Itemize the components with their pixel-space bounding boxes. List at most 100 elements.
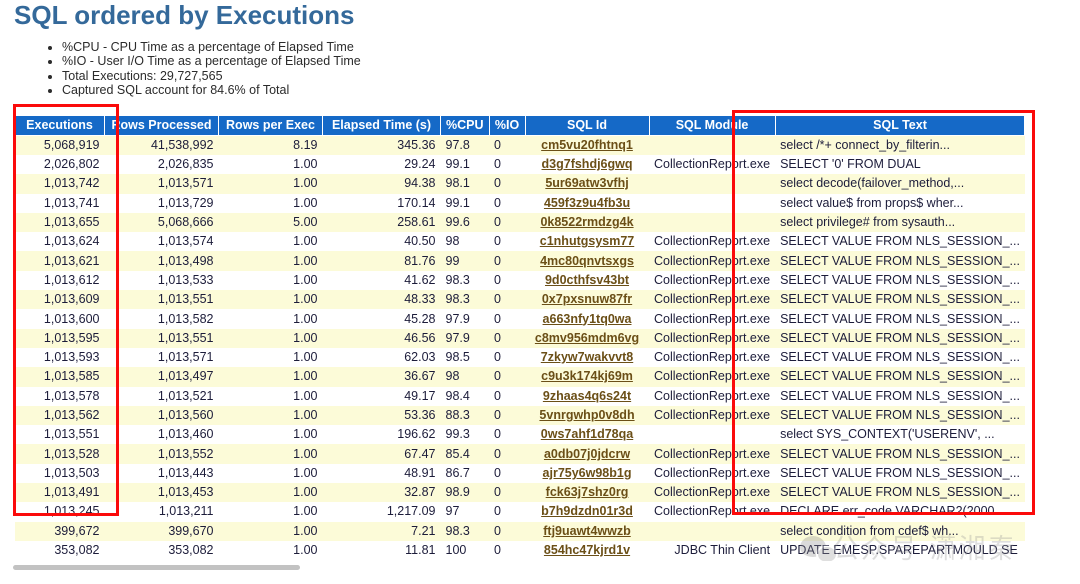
cell-rows-processed: 399,670	[104, 521, 219, 541]
cell-rows-processed: 353,082	[104, 540, 219, 561]
cell-sql-id[interactable]: 0x7pxsnuw87fr	[525, 290, 650, 310]
cell-sql-text: SELECT VALUE FROM NLS_SESSION_...	[775, 290, 1025, 310]
cell-sql-module: CollectionReport.exe	[649, 386, 776, 406]
sql-id-link[interactable]: b7h9dzdn01r3d	[541, 504, 633, 518]
cell-sql-id[interactable]: a0db07j0jdcrw	[525, 444, 650, 464]
column-header-sql-text[interactable]: SQL Text	[774, 115, 1026, 136]
sql-id-link[interactable]: c9u3k174kj69m	[541, 369, 633, 383]
cell-rows-processed: 1,013,551	[104, 328, 219, 348]
cell-executions: 353,082	[14, 540, 105, 561]
table-row: 1,013,612 1,013,533 1.00 41.62 98.3 0 9d0cthfs…	[14, 270, 1025, 291]
column-header-io-pct[interactable]: %IO	[488, 115, 526, 136]
column-header-rows-per-exec[interactable]: Rows per Exec	[218, 115, 323, 136]
cell-rows-per-exec: 1.00	[218, 309, 323, 329]
cell-rows-processed: 1,013,498	[104, 251, 219, 271]
cell-sql-id[interactable]: 0k8522rmdzg4k	[525, 212, 650, 233]
cell-sql-module: CollectionReport.exe	[649, 309, 776, 329]
cell-sql-text: select SYS_CONTEXT('USERENV', ...	[775, 425, 1025, 445]
column-header-executions[interactable]: Executions	[14, 115, 105, 136]
cell-elapsed-time: 48.33	[322, 290, 441, 310]
cell-sql-id[interactable]: 5vnrgwhp0v8dh	[525, 405, 650, 426]
cell-rows-per-exec: 1.00	[218, 463, 323, 484]
cell-io-pct: 0	[489, 309, 526, 329]
column-header-cpu-pct[interactable]: %CPU	[440, 115, 490, 136]
cell-sql-module	[649, 425, 776, 445]
cell-sql-text: SELECT VALUE FROM NLS_SESSION_...	[775, 405, 1025, 426]
table-row: 1,013,595 1,013,551 1.00 46.56 97.9 0 c8mv956m…	[14, 328, 1025, 348]
cell-sql-module: CollectionReport.exe	[649, 270, 776, 291]
cell-io-pct: 0	[489, 290, 526, 310]
cell-sql-id[interactable]: ftj9uawt4wwzb	[525, 521, 650, 541]
cell-cpu-pct: 99	[440, 251, 490, 271]
table-row: 1,013,655 5,068,666 5.00 258.61 99.6 0 0k8522r…	[14, 212, 1025, 233]
sql-id-link[interactable]: 4mc80qnvtsxgs	[540, 254, 634, 268]
cell-elapsed-time: 62.03	[322, 347, 441, 368]
cell-rows-per-exec: 1.00	[218, 347, 323, 368]
sql-id-link[interactable]: c8mv956mdm6vg	[535, 331, 639, 345]
cell-executions: 1,013,600	[14, 309, 105, 329]
table-row: 1,013,585 1,013,497 1.00 36.67 98 0 c9u3k174kj…	[14, 367, 1025, 387]
sql-id-link[interactable]: a0db07j0jdcrw	[544, 447, 630, 461]
column-header-sql-id[interactable]: SQL Id	[524, 115, 650, 136]
sql-id-link[interactable]: 9zhaas4q6s24t	[543, 389, 631, 403]
horizontal-scrollbar[interactable]	[0, 561, 1080, 575]
cell-sql-id[interactable]: 9zhaas4q6s24t	[525, 386, 650, 406]
cell-rows-processed: 1,013,571	[104, 347, 219, 368]
sql-id-link[interactable]: 5ur69atw3vfhj	[545, 176, 628, 190]
sql-id-link[interactable]: a663nfy1tq0wa	[543, 312, 632, 326]
cell-sql-text: SELECT VALUE FROM NLS_SESSION_...	[775, 347, 1025, 368]
sql-id-link[interactable]: 5vnrgwhp0v8dh	[539, 408, 634, 422]
cell-sql-id[interactable]: 0ws7ahf1d78qa	[525, 425, 650, 445]
cell-sql-id[interactable]: 5ur69atw3vfhj	[525, 174, 650, 194]
cell-io-pct: 0	[489, 212, 526, 233]
sql-id-link[interactable]: d3g7fshdj6gwq	[542, 157, 633, 171]
cell-sql-id[interactable]: c9u3k174kj69m	[525, 367, 650, 387]
sql-id-link[interactable]: 459f3z9u4fb3u	[544, 196, 630, 210]
cell-sql-text: select /*+ connect_by_filterin...	[775, 135, 1025, 155]
cell-sql-id[interactable]: d3g7fshdj6gwq	[525, 155, 650, 175]
sql-id-link[interactable]: 0ws7ahf1d78qa	[541, 427, 633, 441]
cell-sql-id[interactable]: cm5vu20fhtnq1	[525, 135, 650, 155]
scrollbar-thumb[interactable]	[13, 565, 300, 570]
cell-cpu-pct: 88.3	[440, 405, 490, 426]
table-row: 353,082 353,082 1.00 11.81 100 0 854hc47kjrd1v…	[14, 540, 1025, 561]
cell-sql-id[interactable]: c1nhutgsysm77	[525, 232, 650, 252]
cell-sql-id[interactable]: b7h9dzdn01r3d	[525, 502, 650, 522]
sql-id-link[interactable]: 0k8522rmdzg4k	[540, 215, 633, 229]
sql-id-link[interactable]: 854hc47kjrd1v	[544, 543, 630, 557]
cell-elapsed-time: 45.28	[322, 309, 441, 329]
cell-sql-id[interactable]: 854hc47kjrd1v	[525, 540, 650, 561]
cell-executions: 1,013,245	[14, 502, 105, 522]
cell-io-pct: 0	[489, 232, 526, 252]
cell-sql-text: DECLARE err_code VARCHAR2(2000...	[775, 502, 1025, 522]
cell-sql-id[interactable]: ajr75y6w98b1g	[525, 463, 650, 484]
sql-id-link[interactable]: ajr75y6w98b1g	[543, 466, 632, 480]
cell-rows-processed: 1,013,460	[104, 425, 219, 445]
column-header-sql-module[interactable]: SQL Module	[648, 115, 776, 136]
cell-rows-processed: 1,013,211	[104, 502, 219, 522]
sql-id-link[interactable]: cm5vu20fhtnq1	[541, 138, 633, 152]
cell-sql-id[interactable]: 4mc80qnvtsxgs	[525, 251, 650, 271]
cell-executions: 1,013,503	[14, 463, 105, 484]
sql-id-link[interactable]: fck63j7shz0rg	[546, 485, 629, 499]
cell-elapsed-time: 67.47	[322, 444, 441, 464]
cell-sql-id[interactable]: 459f3z9u4fb3u	[525, 193, 650, 213]
cell-sql-id[interactable]: 9d0cthfsv43bt	[525, 270, 650, 291]
cell-rows-processed: 1,013,571	[104, 174, 219, 194]
cell-rows-processed: 1,013,574	[104, 232, 219, 252]
cell-rows-per-exec: 1.00	[218, 174, 323, 194]
column-header-rows-processed[interactable]: Rows Processed	[104, 115, 219, 136]
cell-sql-text: SELECT VALUE FROM NLS_SESSION_...	[775, 328, 1025, 348]
sql-id-link[interactable]: ftj9uawt4wwzb	[543, 524, 631, 538]
cell-executions: 1,013,621	[14, 251, 105, 271]
sql-id-link[interactable]: c1nhutgsysm77	[540, 234, 634, 248]
cell-sql-id[interactable]: 7zkyw7wakvvt8	[525, 347, 650, 368]
cell-sql-id[interactable]: fck63j7shz0rg	[525, 483, 650, 503]
sql-id-link[interactable]: 9d0cthfsv43bt	[545, 273, 629, 287]
sql-id-link[interactable]: 7zkyw7wakvvt8	[541, 350, 633, 364]
cell-sql-id[interactable]: a663nfy1tq0wa	[525, 309, 650, 329]
cell-sql-id[interactable]: c8mv956mdm6vg	[525, 328, 650, 348]
sql-id-link[interactable]: 0x7pxsnuw87fr	[542, 292, 632, 306]
note-item: %CPU - CPU Time as a percentage of Elaps…	[62, 40, 361, 54]
column-header-elapsed-time[interactable]: Elapsed Time (s)	[322, 115, 441, 136]
